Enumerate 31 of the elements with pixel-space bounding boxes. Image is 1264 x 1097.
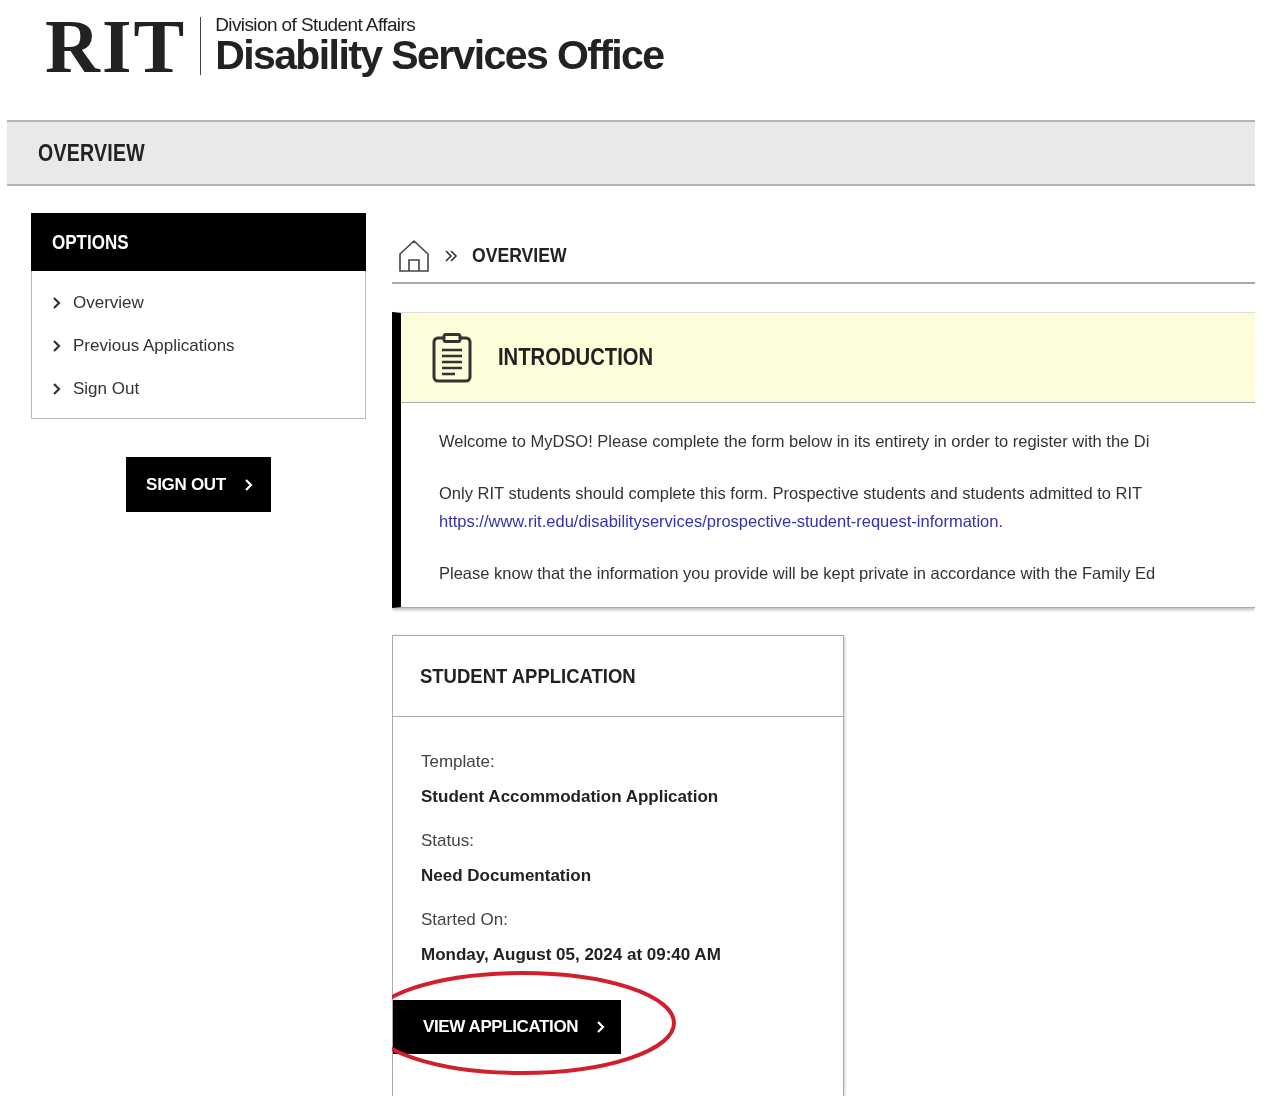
home-icon[interactable] xyxy=(398,238,430,273)
options-title: OPTIONS xyxy=(52,230,129,254)
introduction-paragraph: Welcome to MyDSO! Please complete the form below in its entirety in order to register with the Di xyxy=(439,431,1151,452)
field-value: Student Accommodation Application xyxy=(421,786,720,808)
division-title: Division of Student Affairs xyxy=(215,14,417,34)
breadcrumb-current: OVERVIEW xyxy=(472,244,567,267)
info-link[interactable]: https://www.rit.edu/disabilityservices/prospective-student-request-information. xyxy=(439,512,1003,530)
introduction-paragraph: Only RIT students should complete this form. Prospective students and students admitted to RIT https://www.rit.edu/disabilityservices/prospective-student-request-information. xyxy=(439,483,1144,532)
application-title: STUDENT APPLICATION xyxy=(420,664,636,688)
field-value: Monday, August 05, 2024 at 09:40 AM xyxy=(421,944,722,966)
chevron-right-icon xyxy=(52,295,61,310)
sidebar-item[interactable]: Previous Applications xyxy=(32,324,235,367)
field-value: Need Documentation xyxy=(421,865,593,887)
logo-wordmark: RIT xyxy=(45,8,187,84)
office-title: Disability Services Office xyxy=(215,33,664,77)
chevron-right-icon xyxy=(52,338,61,353)
sidebar-item[interactable]: Sign Out xyxy=(32,367,140,410)
chevron-right-icon xyxy=(52,381,61,396)
field-label: Started On: xyxy=(421,909,509,931)
sign-out-button[interactable]: SIGN OUT xyxy=(126,457,271,512)
view-application-button[interactable]: VIEW APPLICATION xyxy=(393,1000,622,1054)
chevron-right-icon xyxy=(596,1020,606,1034)
clipboard-icon xyxy=(432,332,472,383)
double-chevron-icon xyxy=(444,248,458,263)
introduction-title: INTRODUCTION xyxy=(498,344,654,371)
field-label: Template: xyxy=(421,751,496,773)
page-title: OVERVIEW xyxy=(38,139,146,167)
chevron-right-icon xyxy=(243,477,253,492)
field-label: Status: xyxy=(421,830,475,852)
sidebar-item[interactable]: Overview xyxy=(32,281,144,324)
introduction-paragraph: Please know that the information you provide will be kept private in accordance with the Family Ed xyxy=(439,563,1157,584)
